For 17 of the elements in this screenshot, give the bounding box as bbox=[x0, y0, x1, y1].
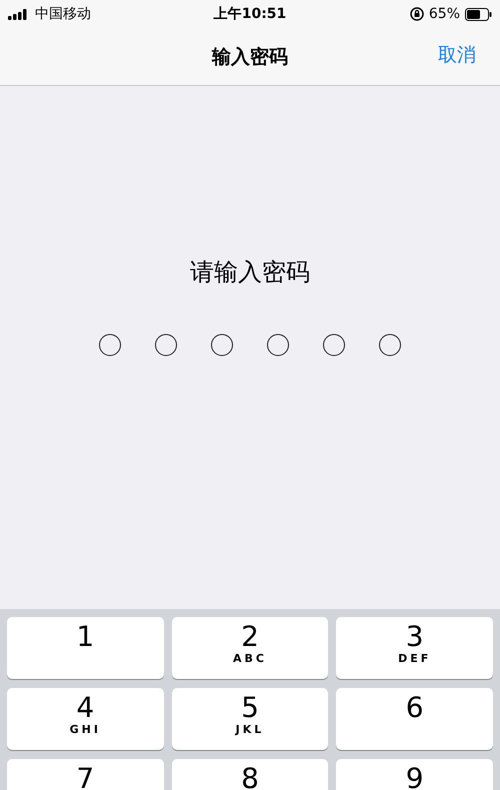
keypad-key[interactable]: 3 DEF bbox=[336, 617, 493, 679]
carrier-name: 中国移动 bbox=[35, 5, 91, 23]
keypad-key[interactable]: 6 bbox=[336, 688, 493, 750]
battery-icon bbox=[465, 8, 492, 20]
rotation-lock-icon bbox=[410, 7, 424, 21]
keypad-key[interactable]: 5 JKL bbox=[172, 688, 328, 750]
status-time: 上午10:51 bbox=[214, 5, 286, 23]
nav-title: 输入密码 bbox=[212, 44, 288, 70]
passcode-prompt: 请输入密码 bbox=[190, 257, 310, 288]
keypad-key[interactable]: 4 GHI bbox=[7, 688, 164, 750]
keypad-key[interactable]: 8 bbox=[172, 759, 328, 790]
keypad-key[interactable]: 1 bbox=[7, 617, 164, 679]
keypad-key[interactable]: 7 bbox=[7, 759, 164, 790]
battery-percent: 65% bbox=[428, 6, 460, 22]
cancel-button[interactable]: 取消 bbox=[438, 42, 476, 68]
keypad-key[interactable]: 9 bbox=[336, 759, 493, 790]
keypad-key[interactable]: 2 ABC bbox=[172, 617, 328, 679]
